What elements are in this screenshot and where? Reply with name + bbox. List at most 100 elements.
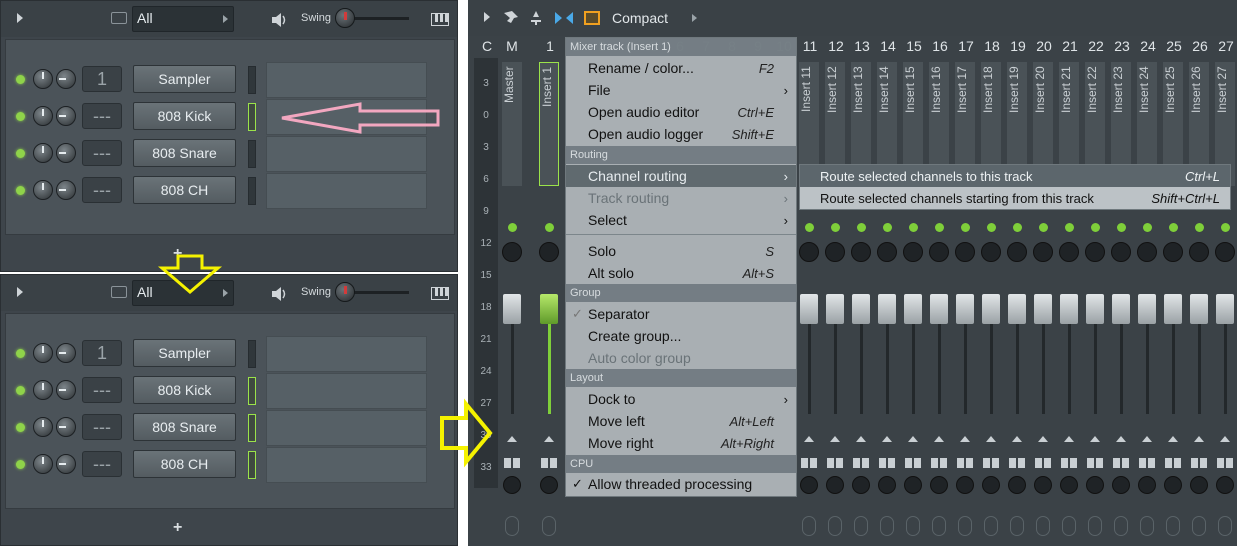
mixer-strip-insert-20[interactable]: Insert 20 xyxy=(1031,58,1055,546)
fx-slot-icon[interactable] xyxy=(828,516,842,536)
fx-slot-icon[interactable] xyxy=(505,516,519,536)
route-knob[interactable] xyxy=(1190,476,1208,494)
route-knob[interactable] xyxy=(1086,476,1104,494)
mixer-strip-insert-14[interactable]: Insert 14 xyxy=(875,58,899,546)
track-led[interactable] xyxy=(831,223,840,232)
up-down-icon[interactable] xyxy=(986,436,996,442)
channel-led[interactable] xyxy=(16,349,25,358)
pan-knob[interactable] xyxy=(981,242,1001,262)
pan-knob[interactable] xyxy=(825,242,845,262)
channel-select[interactable] xyxy=(248,414,256,442)
fx-slot-icon[interactable] xyxy=(1036,516,1050,536)
mixer-strip-insert-25[interactable]: Insert 25 xyxy=(1161,58,1185,546)
channel-select[interactable] xyxy=(248,451,256,479)
menu-item-route-starting-from-track[interactable]: Route selected channels starting from th… xyxy=(800,187,1230,209)
menu-item-channel-routing[interactable]: Channel routing › xyxy=(566,165,796,187)
stereo-icon[interactable] xyxy=(1113,458,1129,468)
mixer-strip-insert-13[interactable]: Insert 13 xyxy=(849,58,873,546)
fader-cap[interactable] xyxy=(1086,294,1104,324)
volume-knob[interactable] xyxy=(33,417,53,437)
menu-item-route-to-this-track[interactable]: Route selected channels to this track Ctr… xyxy=(800,165,1230,187)
fader-cap[interactable] xyxy=(1164,294,1182,324)
track-led[interactable] xyxy=(1169,223,1178,232)
swing-knob[interactable] xyxy=(335,8,355,28)
track-led[interactable] xyxy=(1065,223,1074,232)
route-knob[interactable] xyxy=(1034,476,1052,494)
mixer-strip-insert-12[interactable]: Insert 12 xyxy=(823,58,847,546)
pan-knob[interactable] xyxy=(1033,242,1053,262)
channel-led[interactable] xyxy=(16,149,25,158)
track-led[interactable] xyxy=(987,223,996,232)
pan-knob[interactable] xyxy=(539,242,559,262)
fader-cap[interactable] xyxy=(956,294,974,324)
step-pattern[interactable] xyxy=(266,136,427,172)
stereo-icon[interactable] xyxy=(1217,458,1233,468)
menu-item-rename[interactable]: Rename / color... F2 xyxy=(566,57,796,79)
fader-cap[interactable] xyxy=(1060,294,1078,324)
filter-dropdown[interactable]: All xyxy=(132,6,234,32)
fader-cap[interactable] xyxy=(1216,294,1234,324)
pan-knob[interactable] xyxy=(56,380,76,400)
fx-slot-icon[interactable] xyxy=(854,516,868,536)
stereo-icon[interactable] xyxy=(1191,458,1207,468)
volume-knob[interactable] xyxy=(33,380,53,400)
up-down-icon[interactable] xyxy=(960,436,970,442)
stereo-icon[interactable] xyxy=(1087,458,1103,468)
up-down-icon[interactable] xyxy=(856,436,866,442)
fx-slot-icon[interactable] xyxy=(1010,516,1024,536)
channel-button-808-snare[interactable]: 808 Snare xyxy=(133,139,236,167)
channel-led[interactable] xyxy=(16,386,25,395)
stereo-icon[interactable] xyxy=(983,458,999,468)
channel-button-sampler[interactable]: Sampler xyxy=(133,339,236,367)
up-down-icon[interactable] xyxy=(830,436,840,442)
channel-select[interactable] xyxy=(248,66,256,94)
mixer-strip-insert-17[interactable]: Insert 17 xyxy=(953,58,977,546)
channel-button-808-ch[interactable]: 808 CH xyxy=(133,176,236,204)
mixer-strip-master[interactable]: Master xyxy=(500,58,524,546)
route-knob[interactable] xyxy=(1216,476,1234,494)
route-knob[interactable] xyxy=(1008,476,1026,494)
mixer-track-number[interactable]: --- xyxy=(82,103,122,129)
mixer-track-number[interactable]: --- xyxy=(82,451,122,477)
stereo-icon[interactable] xyxy=(541,458,557,468)
fader-cap[interactable] xyxy=(1112,294,1130,324)
stereo-icon[interactable] xyxy=(1035,458,1051,468)
pan-knob[interactable] xyxy=(1137,242,1157,262)
mixer-track-number[interactable]: --- xyxy=(82,177,122,203)
menu-item-threaded-processing[interactable]: ✓ Allow threaded processing xyxy=(566,473,796,495)
stereo-icon[interactable] xyxy=(1061,458,1077,468)
pan-knob[interactable] xyxy=(56,143,76,163)
track-led[interactable] xyxy=(508,223,517,232)
fx-slot-icon[interactable] xyxy=(880,516,894,536)
up-down-icon[interactable] xyxy=(1220,436,1230,442)
menu-item-file[interactable]: File › xyxy=(566,79,796,101)
channel-led[interactable] xyxy=(16,112,25,121)
menu-arrow-icon[interactable] xyxy=(17,287,23,297)
pan-knob[interactable] xyxy=(1215,242,1235,262)
pin-icon[interactable] xyxy=(528,10,544,26)
menu-item-solo[interactable]: Solo S xyxy=(566,240,796,262)
route-knob[interactable] xyxy=(956,476,974,494)
volume-knob[interactable] xyxy=(33,106,53,126)
mixer-strip-insert-21[interactable]: Insert 21 xyxy=(1057,58,1081,546)
pan-knob[interactable] xyxy=(903,242,923,262)
menu-item-open-audio-logger[interactable]: Open audio logger Shift+E xyxy=(566,123,796,145)
fader-cap[interactable] xyxy=(1138,294,1156,324)
pan-knob[interactable] xyxy=(1059,242,1079,262)
up-down-icon[interactable] xyxy=(882,436,892,442)
pan-knob[interactable] xyxy=(955,242,975,262)
up-down-icon[interactable] xyxy=(1090,436,1100,442)
speaker-icon[interactable] xyxy=(271,12,289,28)
filter-dropdown[interactable]: All xyxy=(132,280,234,306)
step-pattern[interactable] xyxy=(266,410,427,446)
stereo-icon[interactable] xyxy=(905,458,921,468)
channel-button-808-kick[interactable]: 808 Kick xyxy=(133,102,236,130)
pan-knob[interactable] xyxy=(799,242,819,262)
up-down-icon[interactable] xyxy=(804,436,814,442)
volume-knob[interactable] xyxy=(33,454,53,474)
speaker-icon[interactable] xyxy=(271,286,289,302)
fader-cap[interactable] xyxy=(930,294,948,324)
channel-select[interactable] xyxy=(248,177,256,205)
track-led[interactable] xyxy=(1039,223,1048,232)
fx-slot-icon[interactable] xyxy=(1062,516,1076,536)
